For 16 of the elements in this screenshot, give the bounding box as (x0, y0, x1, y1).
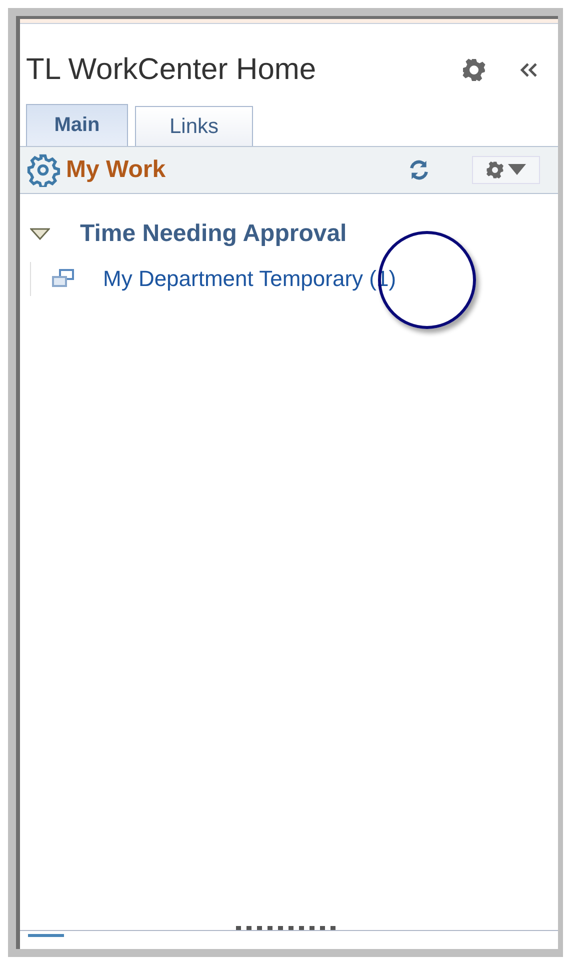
gear-icon (486, 161, 504, 179)
tab[interactable]: Links (135, 106, 253, 146)
pagelet-title: My Work (66, 156, 167, 184)
caret-icon (508, 164, 526, 176)
refresh-icon[interactable] (408, 159, 430, 181)
settings-icon[interactable] (462, 58, 486, 82)
collapse-icon[interactable] (520, 62, 538, 78)
options-menu-button[interactable] (472, 156, 540, 184)
scroll-indicator-icon (28, 934, 64, 938)
resize-grip-icon[interactable] (236, 926, 336, 932)
tree-folder-label[interactable]: Time Needing Approval (80, 220, 347, 248)
tab[interactable]: Main (26, 104, 128, 146)
expanded-triangle-icon[interactable] (30, 228, 50, 240)
windows-icon (51, 269, 75, 289)
page-title: TL WorkCenter Home (26, 53, 318, 87)
gear-icon (26, 153, 60, 187)
